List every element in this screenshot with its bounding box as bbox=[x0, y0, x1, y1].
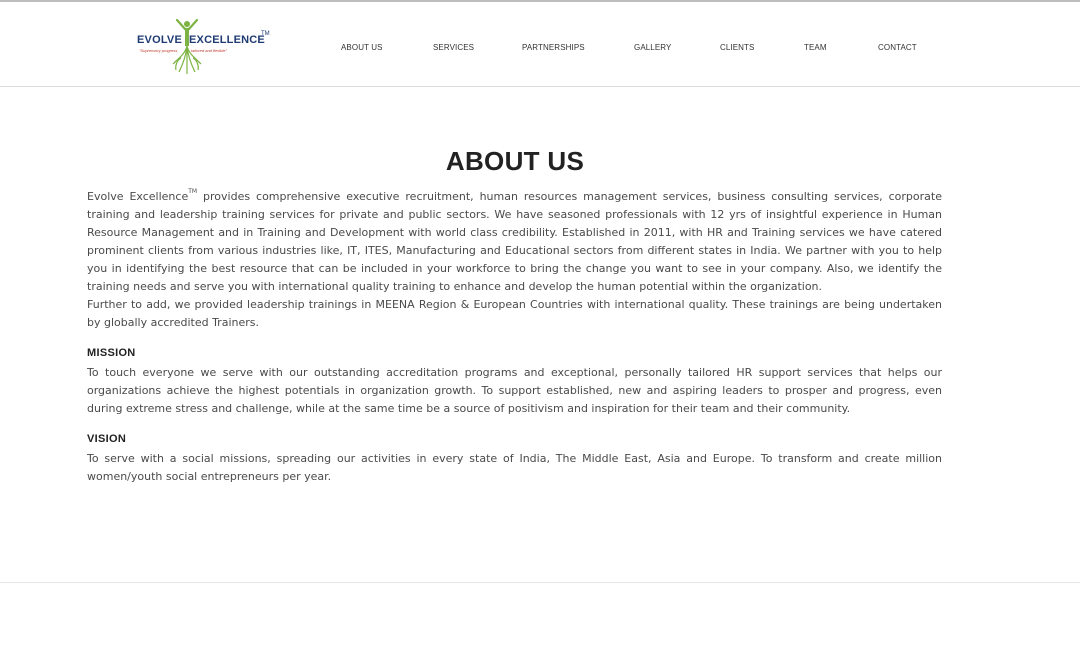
intro-lead: Evolve Excellence bbox=[87, 190, 189, 203]
intro-further-paragraph: Further to add, we provided leadership t… bbox=[87, 298, 942, 329]
vision-text: To serve with a social missions, spreadi… bbox=[87, 452, 942, 483]
intro-trademark: TM bbox=[188, 188, 198, 195]
intro-paragraph: Evolve ExcellenceTM provides comprehensi… bbox=[87, 188, 942, 296]
nav-item-team[interactable]: TEAM bbox=[804, 43, 827, 52]
brand-trademark: TM bbox=[261, 31, 270, 37]
nav-item-gallery[interactable]: GALLERY bbox=[634, 43, 671, 52]
nav-item-partnerships[interactable]: PARTNERSHIPS bbox=[522, 43, 585, 52]
footer-divider bbox=[0, 582, 1080, 583]
main-nav: ABOUT US SERVICES PARTNERSHIPS GALLERY C… bbox=[0, 43, 1080, 57]
nav-item-services[interactable]: SERVICES bbox=[433, 43, 474, 52]
mission-text: To touch everyone we serve with our outs… bbox=[87, 366, 942, 415]
nav-item-contact[interactable]: CONTACT bbox=[878, 43, 917, 52]
vision-heading: VISION bbox=[87, 433, 127, 445]
page-title: ABOUT US bbox=[445, 146, 585, 176]
intro-text: provides comprehensive executive recruit… bbox=[87, 190, 942, 293]
nav-item-clients[interactable]: CLIENTS bbox=[720, 43, 755, 52]
nav-item-about-us[interactable]: ABOUT US bbox=[341, 43, 383, 52]
mission-heading: MISSION bbox=[87, 347, 136, 359]
about-intro: Evolve ExcellenceTM provides comprehensi… bbox=[87, 188, 942, 332]
site-header: EVOLVE EXCELLENCE TM "Supremacy progress… bbox=[0, 2, 1080, 87]
